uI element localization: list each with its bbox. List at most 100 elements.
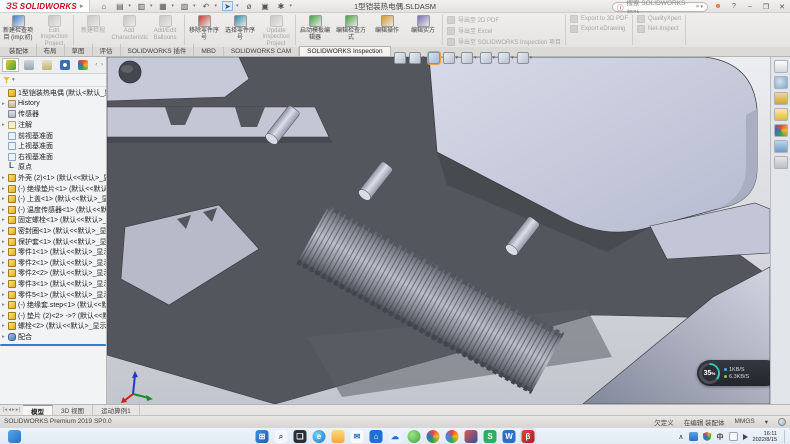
view-palette-icon[interactable] (774, 124, 788, 137)
tab-草图[interactable]: 草图 (65, 44, 93, 56)
ribbon-button-new-inspection-project[interactable]: 新建检查项目 (imp;初) (0, 13, 36, 47)
ribbon-button-template-editor[interactable]: 启动模板编辑器 (297, 13, 333, 47)
browser-360-icon[interactable] (408, 430, 421, 443)
tree-item[interactable]: ▸配合 (0, 332, 106, 343)
new-document-icon-caret[interactable]: ▾ (128, 3, 131, 9)
undo-icon[interactable]: ↶ (200, 1, 211, 11)
save-icon[interactable]: ▦ (157, 1, 168, 11)
microsoft-store-icon[interactable]: ⌂ (370, 430, 383, 443)
filter-funnel-icon[interactable] (3, 77, 10, 84)
onedrive-icon[interactable]: ☁ (389, 430, 402, 443)
ribbon-button-edit-operation[interactable]: 编辑操作 (369, 13, 405, 47)
tree-item[interactable]: 原点 (0, 162, 106, 173)
tab-solidworks-inspection[interactable]: SOLIDWORKS Inspection (299, 46, 391, 56)
tree-item[interactable]: ▸(-) 温度传感器<1> (默认<<默认>_显 (0, 205, 106, 216)
tab-mbd[interactable]: MBD (194, 47, 223, 56)
defender-shield-icon[interactable] (703, 432, 712, 441)
browser-colorful-icon[interactable] (427, 430, 440, 443)
wps-word-icon[interactable]: W (503, 430, 516, 443)
ribbon-button-edit-inspection-project[interactable]: Edit Inspection Project (36, 13, 72, 47)
tab-布局[interactable]: 布局 (37, 44, 65, 56)
ribbon-button-new-inspection-report[interactable]: 新建检视 (75, 13, 111, 47)
login-user-icon[interactable]: ☻ (712, 1, 724, 12)
tree-item[interactable]: ▸History (0, 99, 106, 110)
tree-item[interactable]: 右视基准面 (0, 152, 106, 163)
tree-item[interactable]: ▸零件1<1> (默认<<默认>_显示状态 (0, 247, 106, 258)
tree-item[interactable]: ▸固定螺栓<1> (默认<<默认>_显示状 (0, 215, 106, 226)
options-gear-icon-caret[interactable]: ▾ (290, 3, 293, 9)
search-icon[interactable]: ⌕ (275, 430, 288, 443)
show-desktop-edge[interactable] (784, 430, 786, 443)
doc-tab-nav-arrows[interactable]: |◂◂▸▸| (0, 407, 23, 413)
display-style-button[interactable]: ▾ (461, 52, 477, 64)
tree-item[interactable]: ▸保护套<1> (默认<<默认>_显示状态 (0, 236, 106, 247)
tree-rollback-bar[interactable] (0, 344, 106, 346)
search-caret-icon[interactable]: ▾ (700, 4, 703, 10)
view-settings-caret[interactable]: ▾ (530, 55, 533, 61)
zoom-area-button[interactable]: ▾ (409, 52, 425, 64)
tab-solidworks-cam[interactable]: SOLIDWORKS CAM (224, 47, 299, 56)
start-button[interactable]: ⊞ (256, 430, 269, 443)
tree-item[interactable]: 传感器 (0, 109, 106, 120)
export-button[interactable]: QualityXpert (637, 15, 681, 23)
app-red-blue-icon[interactable] (465, 430, 478, 443)
export-button[interactable]: Export eDrawing (570, 25, 628, 33)
print-icon[interactable]: ▨ (179, 1, 190, 11)
mail-icon[interactable]: ✉ (351, 430, 364, 443)
ribbon-button-select-balloons[interactable]: 选择零件序号 (222, 13, 258, 47)
restore-button[interactable]: ❐ (760, 1, 772, 12)
view-orientation-button[interactable]: ▾ (443, 52, 459, 64)
ribbon-button-remove-balloons[interactable]: 移除零件序号 (186, 13, 222, 47)
graphics-viewport[interactable]: 35% 1KB/S 6.3KB/S (107, 57, 770, 404)
edge-browser-icon[interactable]: e (313, 430, 326, 443)
display-icon[interactable] (729, 432, 738, 441)
help-button[interactable]: ? (728, 1, 740, 12)
custom-properties-icon[interactable] (774, 156, 788, 169)
widgets-icon[interactable] (8, 430, 21, 443)
bluetooth-icon[interactable] (689, 432, 698, 441)
tree-item[interactable]: ▸外壳 (2)<1> (默认<<默认>_显示状态 (0, 173, 106, 184)
propertymanager-tab[interactable] (20, 58, 37, 72)
tree-item[interactable]: ▸(-) 垫片 (2)<2> ->? (默认<<默认> (0, 310, 106, 321)
tree-item[interactable]: ▸零件2<1> (默认<<默认>_显示状态 (0, 258, 106, 269)
close-button[interactable]: ✕ (776, 1, 788, 12)
file-properties-icon[interactable]: ▣ (260, 1, 271, 11)
tree-item[interactable]: ▸零件3<1> (默认<<默认>_显示状态 (0, 279, 106, 290)
ribbon-button-edit-inspection-method[interactable]: 编辑检查方式 (333, 13, 369, 47)
export-button[interactable]: 导出至 SOLIDWORKS Inspection 项目 (447, 37, 561, 46)
new-document-icon[interactable]: ▤ (114, 1, 125, 11)
view-settings-button[interactable]: ▾ (517, 52, 533, 64)
ime-indicator[interactable]: 中 (717, 432, 724, 442)
featuremanager-tree-tab[interactable] (2, 58, 19, 72)
tab-评估[interactable]: 评估 (93, 44, 121, 56)
solidworks-resources-icon[interactable] (774, 76, 788, 89)
zoom-area-caret[interactable]: ▾ (422, 55, 425, 61)
status-globe-icon[interactable] (778, 418, 786, 426)
filter-caret-icon[interactable]: ▾ (12, 77, 15, 83)
minimize-button[interactable]: – (744, 1, 756, 12)
volume-icon[interactable] (743, 434, 748, 440)
tree-item[interactable]: ▸注解 (0, 120, 106, 131)
select-arrow-icon[interactable]: ➤ (222, 1, 233, 11)
configuration-manager-tab[interactable] (38, 58, 55, 72)
search-box[interactable]: ⓘ 搜索 SOLIDWORKS 帮助 ⌕ ▾ (612, 2, 708, 12)
open-icon-caret[interactable]: ▾ (150, 3, 153, 9)
tree-item[interactable]: 1型铠装热电偶 (默认<默认_显示状态-1 (0, 88, 106, 99)
tree-item[interactable]: ▸(-) 绝缘垫片<1> (默认<<默认>_显示 (0, 183, 106, 194)
tree-item[interactable]: ▸螺栓<2> (默认<<默认>_显示状态 (0, 321, 106, 332)
edit-appearance-caret[interactable]: ▾ (511, 55, 514, 61)
taskbar-clock[interactable]: 16:11 2022/8/15 (753, 431, 777, 443)
ribbon-button-add-characteristic[interactable]: Add Characteristic (111, 13, 147, 47)
tree-item[interactable]: 上视基准面 (0, 141, 106, 152)
rebuild-traffic-light-icon[interactable]: ø (244, 1, 255, 11)
export-button[interactable]: Export to 3D PDF (570, 15, 628, 23)
search-icon[interactable]: ⌕ (696, 3, 700, 11)
ribbon-button-edit-measurement[interactable]: 编辑实方 (405, 13, 441, 47)
view-orientation-caret[interactable]: ▾ (456, 55, 459, 61)
hide-show-items-button[interactable]: ▾ (480, 52, 496, 64)
display-manager-tab[interactable] (74, 58, 91, 72)
hide-show-items-caret[interactable]: ▾ (493, 55, 496, 61)
export-button[interactable]: 导出至 Excel (447, 26, 561, 35)
file-explorer-icon[interactable] (332, 430, 345, 443)
doc-tab-运动算例1[interactable]: 运动算例1 (93, 405, 140, 415)
